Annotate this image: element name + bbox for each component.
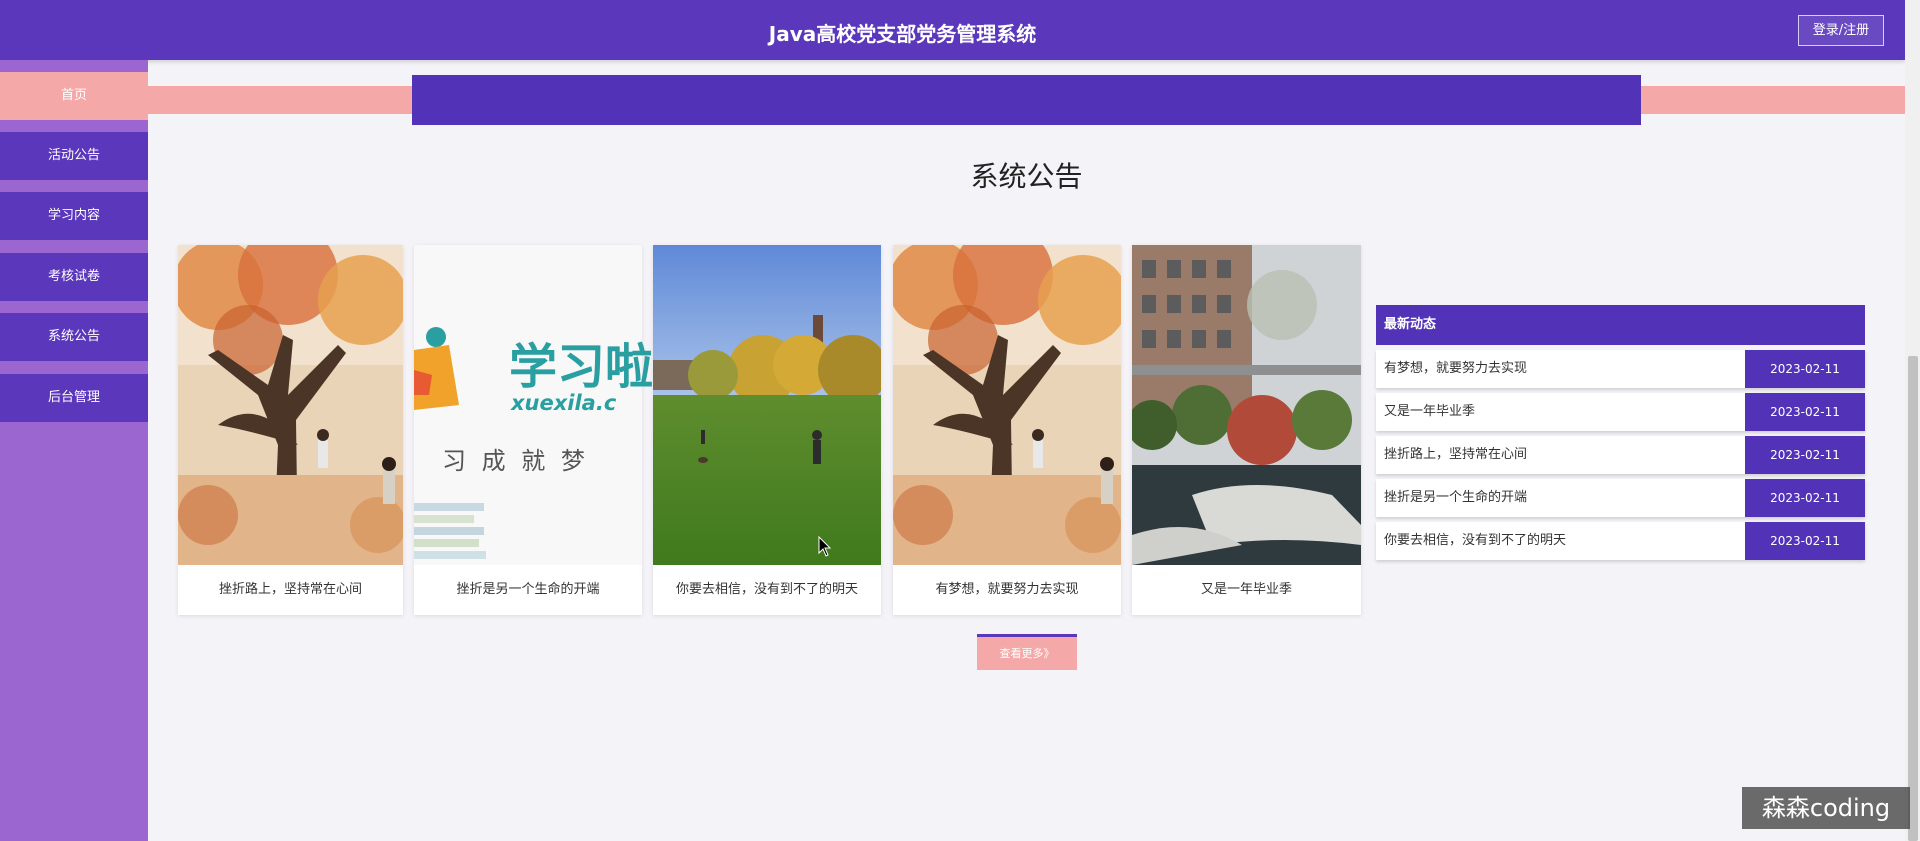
- notice-card[interactable]: 你要去相信，没有到不了的明天: [653, 245, 881, 615]
- scrollbar-thumb[interactable]: [1908, 356, 1918, 841]
- sidebar-item-exam-papers[interactable]: 考核试卷: [0, 253, 148, 301]
- news-item-date: 2023-02-11: [1745, 350, 1865, 388]
- section-title: 系统公告: [970, 160, 1083, 193]
- card-image-autumn-tree[interactable]: [178, 245, 403, 565]
- news-item-title[interactable]: 挫折是另一个生命的开端: [1384, 479, 1527, 517]
- sidebar-item-home[interactable]: 首页: [0, 72, 148, 120]
- sidebar-item-activity-notice[interactable]: 活动公告: [0, 132, 148, 180]
- news-item-title[interactable]: 又是一年毕业季: [1384, 393, 1475, 431]
- card-image-campus-courtyard[interactable]: [1132, 245, 1361, 565]
- card-caption[interactable]: 有梦想，就要努力去实现: [893, 565, 1121, 615]
- app-title: Java高校党支部党务管理系统: [768, 22, 1037, 46]
- mouse-cursor-icon: [818, 536, 832, 557]
- news-item[interactable]: 又是一年毕业季 2023-02-11: [1376, 393, 1865, 431]
- latest-news-header: 最新动态: [1376, 305, 1865, 345]
- top-navbar: Java高校党支部党务管理系统 登录/注册: [0, 0, 1905, 60]
- login-register-button[interactable]: 登录/注册: [1798, 15, 1884, 46]
- news-item-title[interactable]: 挫折路上，坚持常在心间: [1384, 436, 1527, 474]
- card-caption[interactable]: 你要去相信，没有到不了的明天: [653, 565, 881, 615]
- sidebar-item-study-content[interactable]: 学习内容: [0, 192, 148, 240]
- card-caption[interactable]: 又是一年毕业季: [1132, 565, 1361, 615]
- watermark: 森森coding: [1742, 787, 1910, 829]
- card-caption[interactable]: 挫折是另一个生命的开端: [414, 565, 642, 615]
- news-item-date: 2023-02-11: [1745, 436, 1865, 474]
- view-more-button[interactable]: 查看更多》: [977, 634, 1077, 670]
- xuexila-logo-text: 学习啦: [509, 339, 654, 395]
- sidebar: 首页 活动公告 学习内容 考核试卷 系统公告 后台管理: [0, 60, 148, 841]
- card-image-campus-lawn[interactable]: [653, 245, 881, 565]
- news-item[interactable]: 有梦想，就要努力去实现 2023-02-11: [1376, 350, 1865, 388]
- news-item[interactable]: 你要去相信，没有到不了的明天 2023-02-11: [1376, 522, 1865, 560]
- xuexila-domain-text: xuexila.c: [511, 391, 617, 415]
- sidebar-item-admin[interactable]: 后台管理: [0, 374, 148, 422]
- xuexila-slogan: 习 成 就 梦: [442, 447, 589, 475]
- sidebar-item-system-notice[interactable]: 系统公告: [0, 313, 148, 361]
- notice-card[interactable]: 挫折路上，坚持常在心间: [178, 245, 403, 615]
- latest-news-panel: 最新动态 有梦想，就要努力去实现 2023-02-11 又是一年毕业季 2023…: [1376, 305, 1865, 560]
- news-item-title[interactable]: 有梦想，就要努力去实现: [1384, 350, 1527, 388]
- notice-card[interactable]: 又是一年毕业季: [1132, 245, 1361, 615]
- news-item-date: 2023-02-11: [1745, 479, 1865, 517]
- news-item-title[interactable]: 你要去相信，没有到不了的明天: [1384, 522, 1566, 560]
- hero-banner: [412, 75, 1641, 125]
- card-image-autumn-tree[interactable]: [893, 245, 1121, 565]
- news-item[interactable]: 挫折是另一个生命的开端 2023-02-11: [1376, 479, 1865, 517]
- news-item-date: 2023-02-11: [1745, 393, 1865, 431]
- news-item[interactable]: 挫折路上，坚持常在心间 2023-02-11: [1376, 436, 1865, 474]
- card-caption[interactable]: 挫折路上，坚持常在心间: [178, 565, 403, 615]
- news-item-date: 2023-02-11: [1745, 522, 1865, 560]
- notice-card[interactable]: 有梦想，就要努力去实现: [893, 245, 1121, 615]
- notice-card[interactable]: 学习啦 xuexila.c 习 成 就 梦 挫折是另一个生命的开端: [414, 245, 653, 615]
